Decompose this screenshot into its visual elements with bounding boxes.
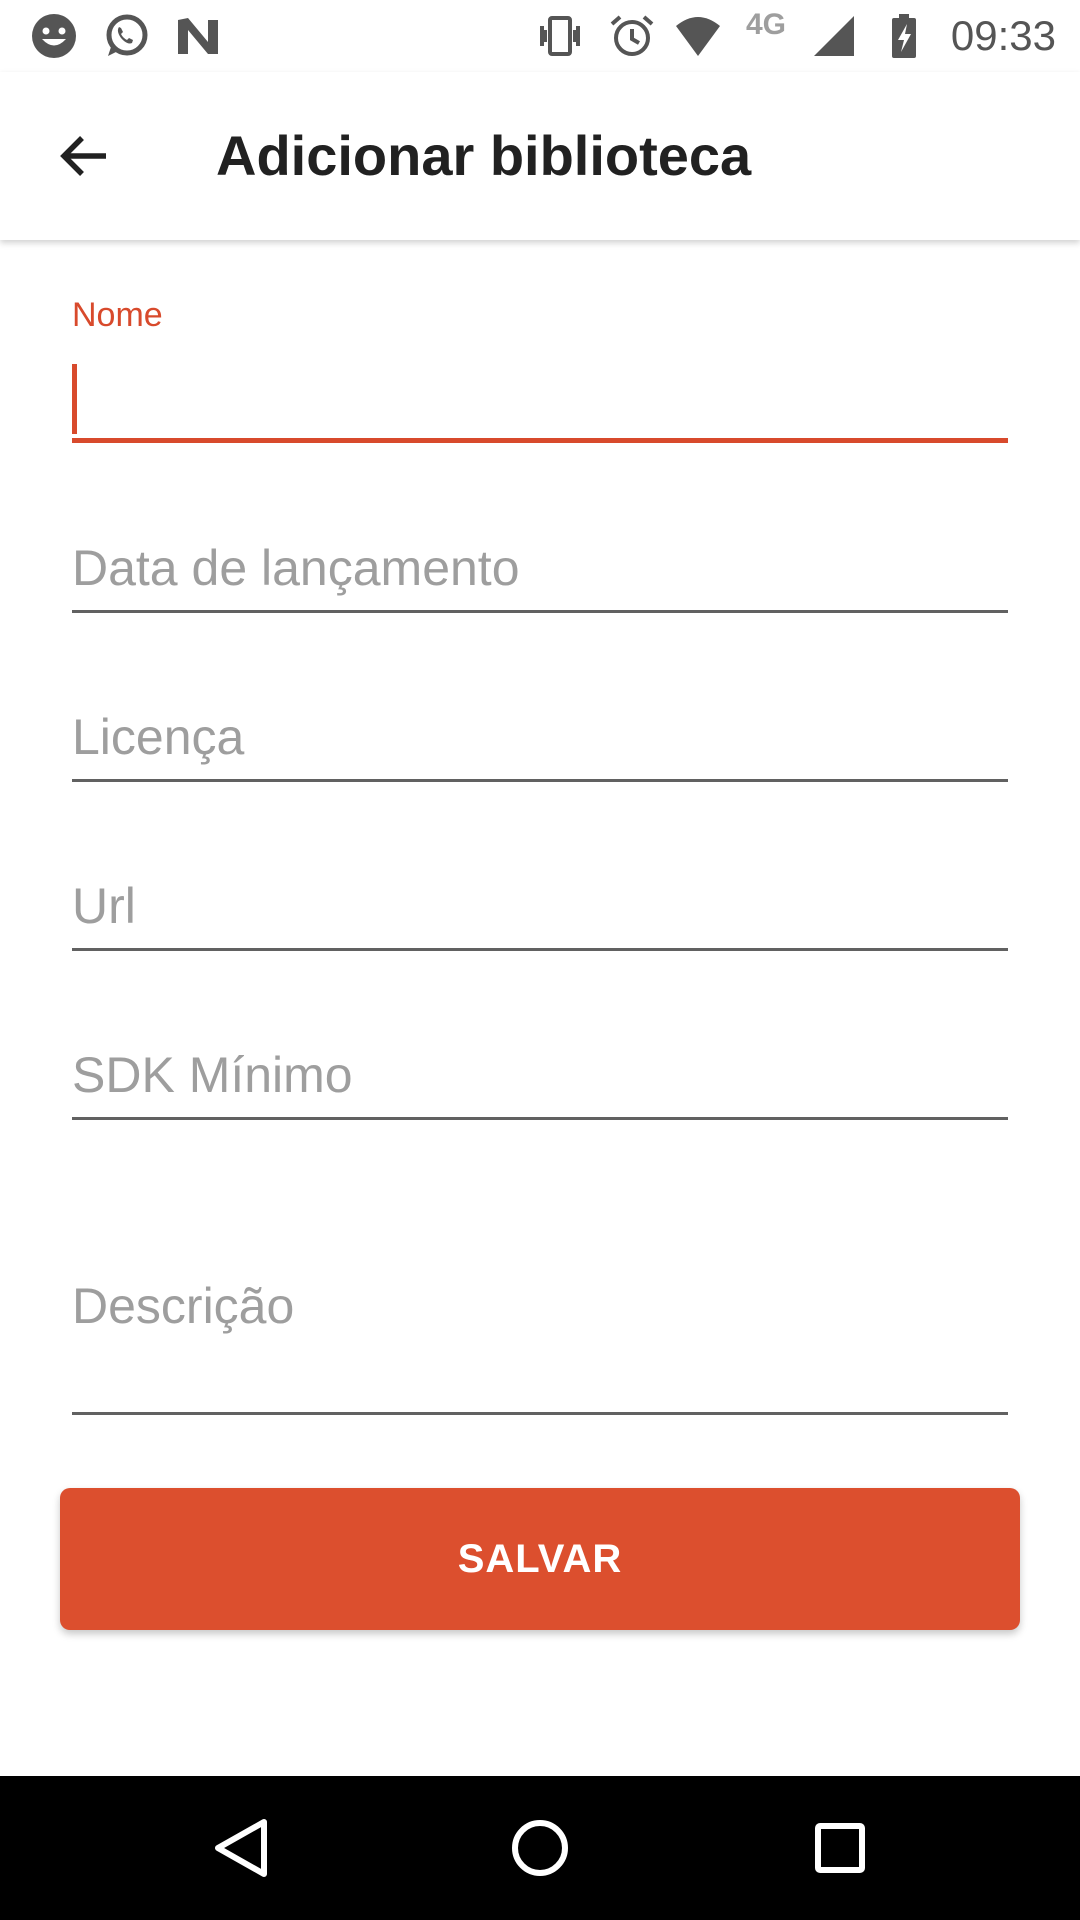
smiley-notification-icon [32,14,76,58]
save-button[interactable]: SALVAR [60,1488,1020,1630]
battery-charging-icon [892,14,916,58]
network-type-label: 4G [746,8,787,41]
license-field[interactable] [72,699,1008,789]
recents-square-icon[interactable] [804,1812,876,1884]
license-input[interactable] [72,699,1008,775]
min-sdk-input[interactable] [72,1037,1008,1113]
status-bar: 4G 09:33 [0,0,1080,72]
min-sdk-underline [72,1117,1008,1120]
back-button[interactable] [42,114,126,198]
wifi-icon [676,17,720,56]
arrow-back-icon [60,136,106,176]
whatsapp-icon [106,14,148,56]
back-triangle-icon[interactable] [204,1812,276,1884]
clock-time: 09:33 [950,12,1056,59]
description-underline [72,1412,1008,1415]
release-date-input[interactable] [72,530,1008,606]
home-circle-icon[interactable] [504,1812,576,1884]
vibrate-icon [540,16,580,56]
name-field-underline [72,438,1008,443]
navigation-bar [0,1776,1080,1920]
description-field[interactable] [72,1268,1008,1418]
url-field[interactable] [72,868,1008,958]
url-underline [72,948,1008,951]
name-input[interactable] [72,360,1008,436]
signal-icon [814,16,854,56]
name-field-label: Nome [72,296,163,334]
license-underline [72,779,1008,782]
release-date-field[interactable] [72,530,1008,620]
description-input[interactable] [72,1268,1008,1344]
min-sdk-field[interactable] [72,1037,1008,1127]
name-field[interactable]: Nome [72,296,1008,448]
url-input[interactable] [72,868,1008,944]
release-date-underline [72,610,1008,613]
page-title: Adicionar biblioteca [216,124,752,187]
app-bar: Adicionar biblioteca [0,72,1080,240]
n-app-icon [178,18,218,54]
alarm-icon [610,15,654,56]
